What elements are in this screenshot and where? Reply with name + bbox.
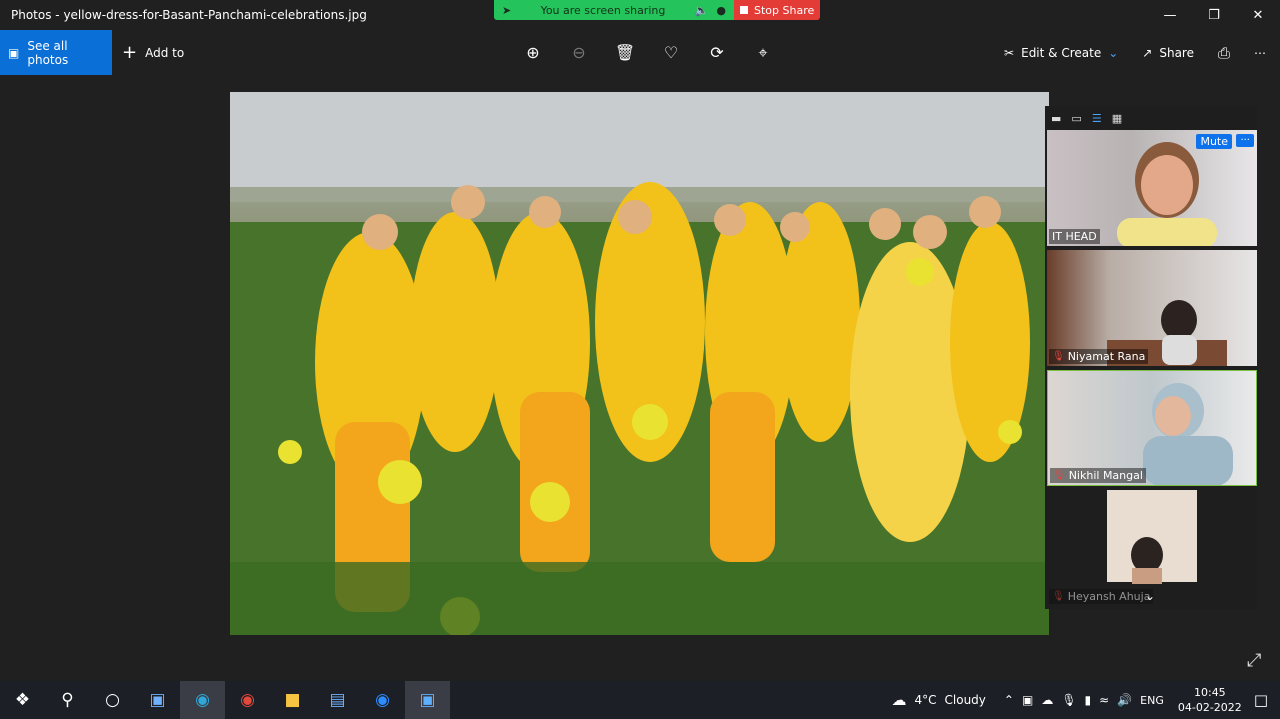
participant-name: 🎙 Niyamat Rana bbox=[1049, 349, 1149, 364]
share-handle-icon: ➤ bbox=[502, 3, 512, 17]
add-to-label: Add to bbox=[145, 45, 185, 60]
share-icon: ↗ bbox=[1142, 45, 1153, 60]
plus-icon: + bbox=[122, 42, 138, 63]
edge-icon[interactable]: ◉ bbox=[180, 681, 225, 719]
mic-muted-icon: 🎙 bbox=[1052, 591, 1065, 602]
print-button[interactable]: ⎙ bbox=[1218, 44, 1230, 62]
meet-now-icon[interactable]: ▣ bbox=[1022, 693, 1033, 707]
file-explorer-icon[interactable]: ■ bbox=[270, 681, 315, 719]
add-to-button[interactable]: + Add to bbox=[122, 30, 184, 75]
participant-tile[interactable]: 🎙 Heyansh Ahuja ⌄ bbox=[1047, 490, 1257, 606]
more-icon: ⋯ bbox=[1254, 45, 1266, 60]
notifications-icon[interactable]: □ bbox=[1254, 691, 1268, 709]
mic-muted-icon: 🎙 bbox=[1053, 470, 1066, 481]
edit-icon: ✂ bbox=[1004, 45, 1015, 60]
delete-icon[interactable]: 🗑 bbox=[602, 43, 648, 62]
mic-muted-icon: 🎙 bbox=[1052, 351, 1065, 362]
wifi-icon[interactable]: ≈ bbox=[1099, 693, 1109, 707]
photos-toolbar: ▣ See all photos + Add to ⊕ ⊖ 🗑 ♡ ⟳ ⌖ ✂ … bbox=[0, 30, 1280, 75]
screen-share-label: You are screen sharing bbox=[540, 3, 666, 17]
zoom-view-controls: ▬ ▭ ☰ ▦ bbox=[1045, 106, 1258, 130]
chevron-up-icon[interactable]: ⌃ bbox=[1004, 693, 1014, 707]
shield-icon: ● bbox=[716, 3, 726, 17]
more-options-button[interactable]: ⋯ bbox=[1254, 46, 1266, 60]
image-tools: ⊕ ⊖ 🗑 ♡ ⟳ ⌖ bbox=[510, 30, 786, 75]
participant-tile[interactable]: Mute ··· IT HEAD bbox=[1047, 130, 1257, 246]
photo-illustration bbox=[230, 92, 1049, 635]
chevron-down-icon[interactable]: ⌄ bbox=[1145, 589, 1155, 603]
weather-desc[interactable]: Cloudy bbox=[945, 693, 986, 707]
clock-time: 10:45 bbox=[1193, 686, 1226, 699]
photos-app-icon[interactable]: ▣ bbox=[405, 681, 450, 719]
task-view-icon[interactable]: ▣ bbox=[135, 681, 180, 719]
participant-name: 🎙 Heyansh Ahuja bbox=[1049, 589, 1154, 604]
search-icon[interactable]: ⚲ bbox=[45, 681, 90, 719]
speaker-view-icon[interactable]: ▭ bbox=[1071, 112, 1081, 125]
clock[interactable]: 10:45 04-02-2022 bbox=[1178, 685, 1242, 715]
main-photo bbox=[230, 92, 1049, 635]
stop-icon bbox=[740, 6, 748, 14]
store-icon[interactable]: ▤ bbox=[315, 681, 360, 719]
rotate-icon[interactable]: ⟳ bbox=[694, 43, 740, 62]
participant-tile-active[interactable]: 🎙 Nikhil Mangal bbox=[1047, 370, 1257, 486]
edit-create-label: Edit & Create bbox=[1021, 45, 1102, 60]
crop-icon[interactable]: ⌖ bbox=[740, 43, 786, 63]
favorite-icon[interactable]: ♡ bbox=[648, 43, 694, 62]
close-icon[interactable]: ✕ bbox=[1236, 0, 1280, 30]
mute-button[interactable]: Mute bbox=[1196, 134, 1232, 149]
more-options-icon[interactable]: ··· bbox=[1236, 134, 1254, 147]
window-controls: — ❐ ✕ bbox=[1148, 0, 1280, 30]
participant-name: 🎙 Nikhil Mangal bbox=[1050, 468, 1146, 483]
photos-icon: ▣ bbox=[8, 45, 20, 60]
full-screen-icon[interactable]: ⤢ bbox=[1247, 650, 1261, 671]
screen-share-bar: ➤ You are screen sharing 🔈 ● Stop Share bbox=[494, 0, 820, 20]
gallery-view-icon[interactable]: ▦ bbox=[1112, 112, 1122, 125]
participant-tile[interactable]: 🎙 Niyamat Rana bbox=[1047, 250, 1257, 366]
share-label: Share bbox=[1159, 45, 1194, 60]
share-button[interactable]: ↗ Share bbox=[1142, 46, 1194, 60]
battery-icon[interactable]: ▮ bbox=[1085, 693, 1092, 707]
onedrive-icon[interactable]: ☁ bbox=[1041, 693, 1053, 707]
stop-share-button[interactable]: Stop Share bbox=[734, 0, 820, 20]
see-all-photos-label: See all photos bbox=[27, 38, 69, 67]
windows-start-icon[interactable]: ❖ bbox=[0, 681, 45, 719]
window-title: Photos - yellow-dress-for-Basant-Pancham… bbox=[11, 8, 367, 22]
clock-date: 04-02-2022 bbox=[1177, 701, 1242, 714]
taskbar: ❖ ⚲ ○ ▣ ◉ ◉ ■ ▤ ◉ ▣ ☁ 4°C Cloudy ⌃ ▣ ☁ 🎙… bbox=[0, 681, 1280, 719]
zoom-participants-panel: ▬ ▭ ☰ ▦ Mute ··· IT HEAD 🎙 Niyamat Rana bbox=[1045, 106, 1258, 609]
screen-share-status[interactable]: ➤ You are screen sharing 🔈 ● bbox=[494, 0, 734, 20]
minimize-icon[interactable]: — bbox=[1148, 0, 1192, 30]
chevron-down-icon: ⌄ bbox=[1108, 45, 1119, 60]
minimize-view-icon[interactable]: ▬ bbox=[1051, 112, 1061, 125]
see-all-photos-button[interactable]: ▣ See all photos bbox=[0, 30, 112, 75]
strip-view-icon[interactable]: ☰ bbox=[1092, 112, 1102, 125]
speaker-icon: 🔈 bbox=[694, 3, 709, 17]
edit-create-button[interactable]: ✂ Edit & Create ⌄ bbox=[1004, 46, 1118, 60]
zoom-out-icon[interactable]: ⊖ bbox=[556, 43, 602, 62]
cloud-icon: ☁ bbox=[891, 691, 907, 709]
chrome-icon[interactable]: ◉ bbox=[225, 681, 270, 719]
maximize-icon[interactable]: ❐ bbox=[1192, 0, 1236, 30]
weather-temp[interactable]: 4°C bbox=[915, 693, 937, 707]
zoom-app-icon[interactable]: ◉ bbox=[360, 681, 405, 719]
zoom-in-icon[interactable]: ⊕ bbox=[510, 43, 556, 62]
cortana-icon[interactable]: ○ bbox=[90, 681, 135, 719]
right-toolbar: ✂ Edit & Create ⌄ ↗ Share ⎙ ⋯ bbox=[1004, 30, 1280, 75]
system-tray: ☁ 4°C Cloudy ⌃ ▣ ☁ 🎙 ▮ ≈ 🔊 ENG 10:45 04-… bbox=[892, 681, 1280, 719]
participant-name: IT HEAD bbox=[1049, 229, 1100, 244]
microphone-icon[interactable]: 🎙 bbox=[1061, 693, 1076, 707]
stop-share-label: Stop Share bbox=[754, 3, 815, 17]
volume-icon[interactable]: 🔊 bbox=[1117, 693, 1132, 707]
print-icon: ⎙ bbox=[1217, 43, 1230, 62]
language-indicator[interactable]: ENG bbox=[1140, 694, 1164, 707]
